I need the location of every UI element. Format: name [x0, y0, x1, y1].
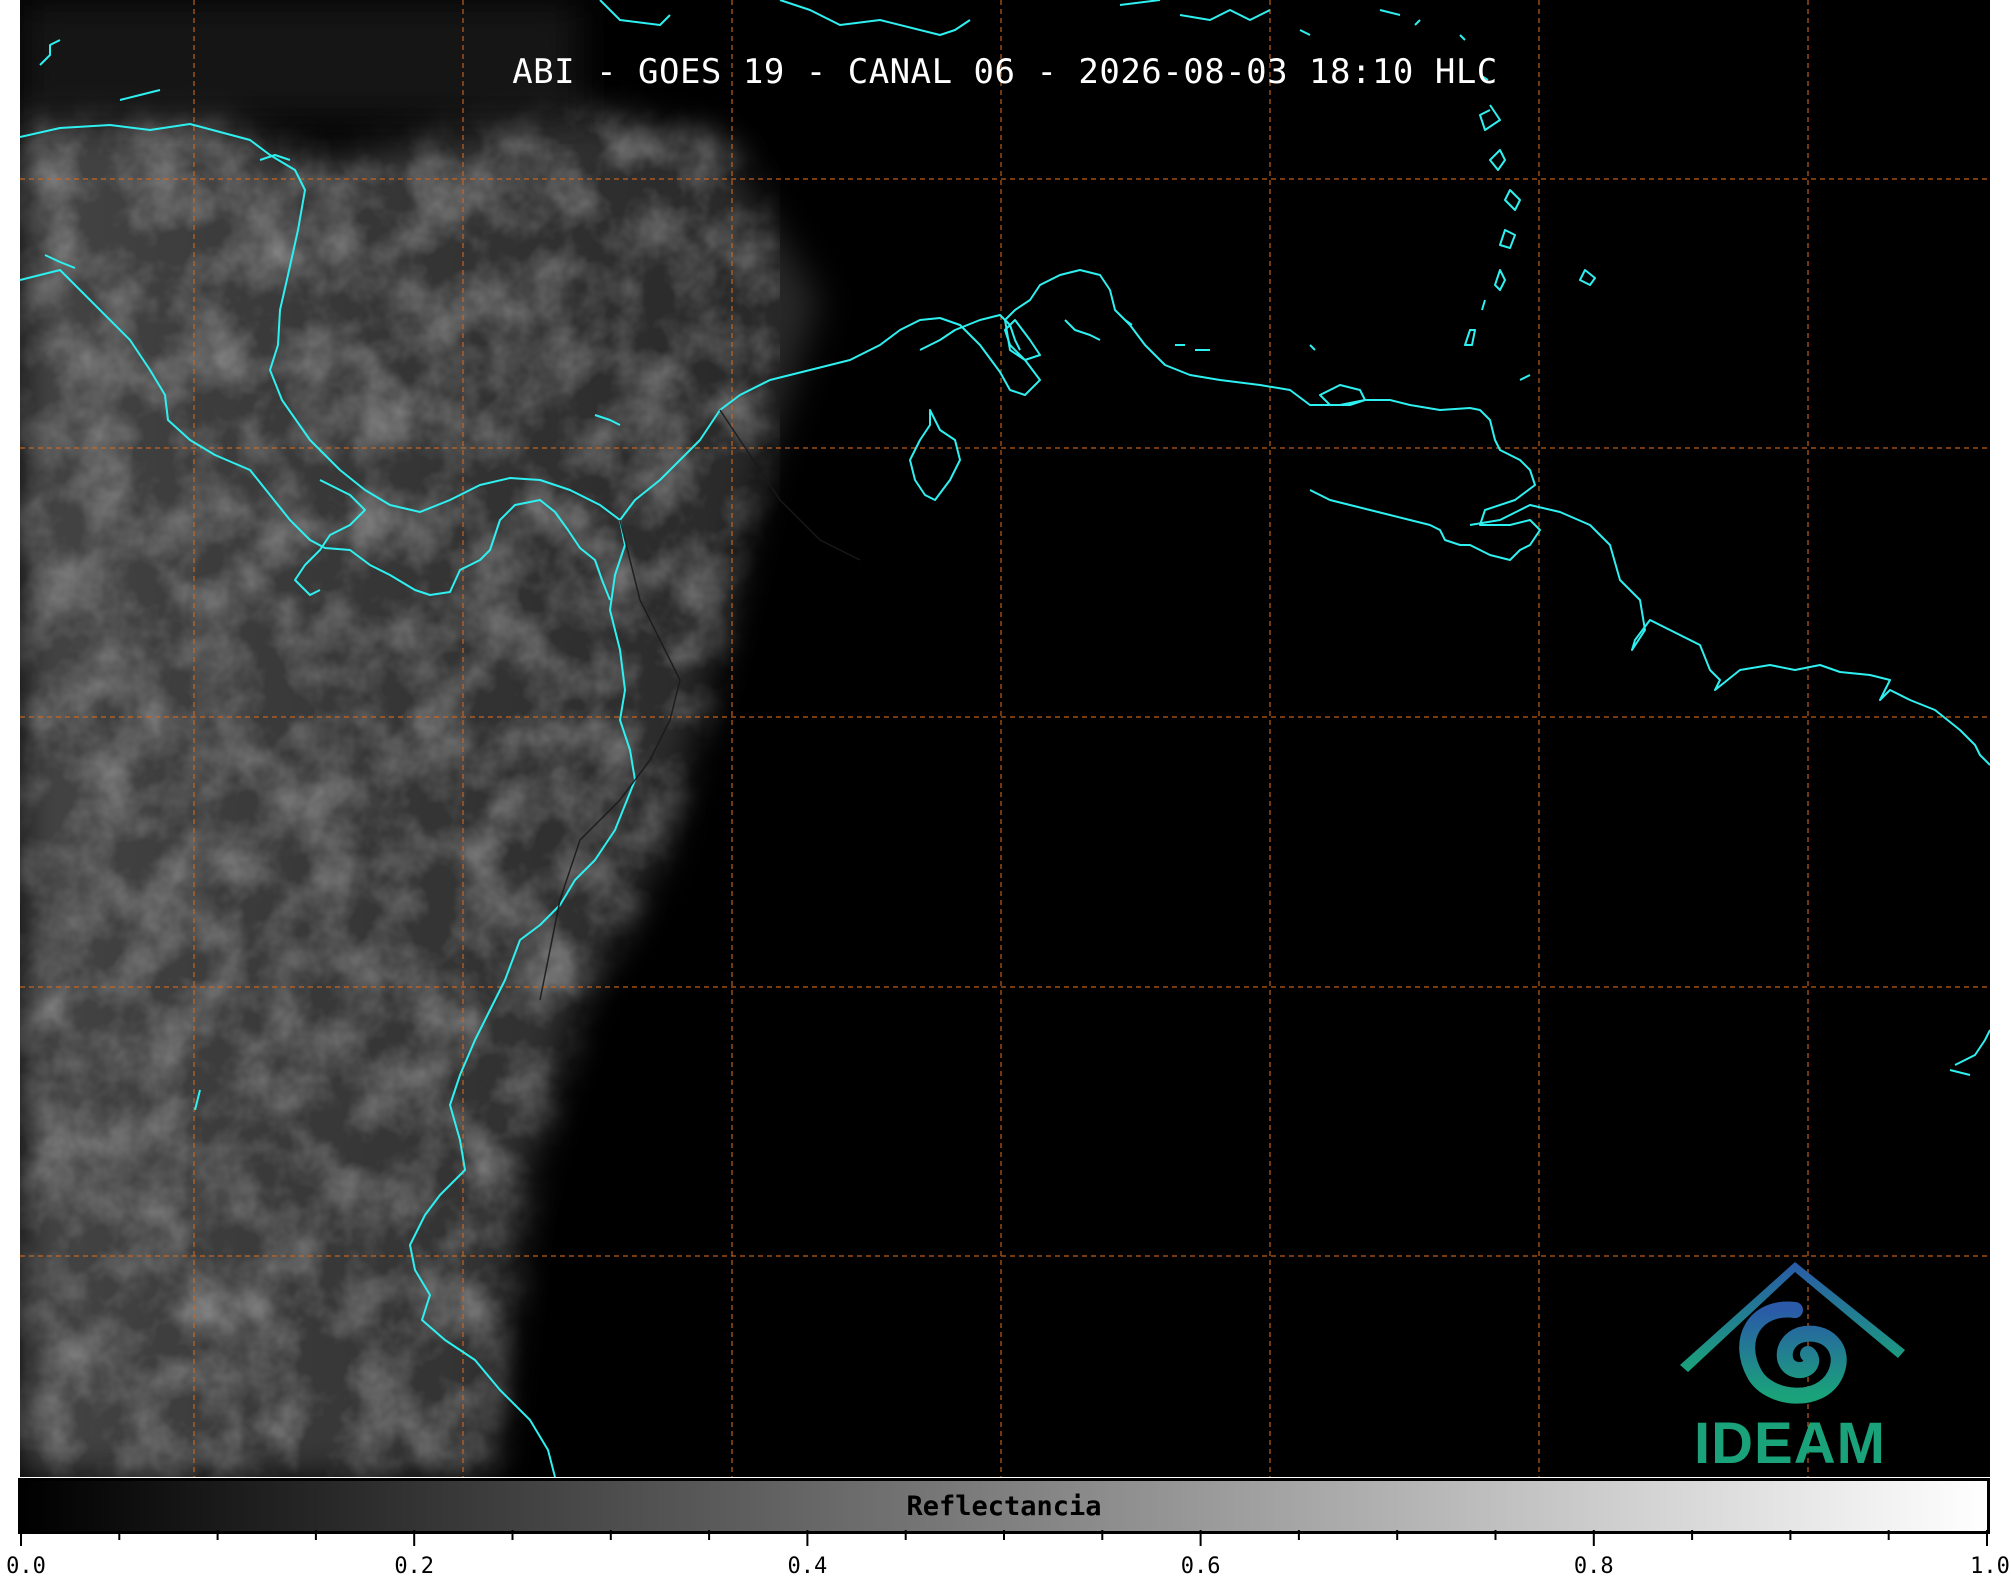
- colorbar-tick-label: 0.6: [1180, 1554, 1221, 1579]
- ideam-spiral-mountain-logo: [1680, 1262, 1905, 1404]
- colorbar: Reflectancia: [18, 1478, 1990, 1534]
- logo-text: IDEAM: [1694, 1411, 1886, 1476]
- map-title: ABI - GOES 19 - CANAL 06 - 2026-08-03 18…: [512, 52, 1498, 92]
- ideam-logo: IDEAM: [1660, 1250, 1920, 1476]
- satellite-map: ABI - GOES 19 - CANAL 06 - 2026-08-03 18…: [20, 0, 1990, 1477]
- colorbar-tick-label: 1.0: [1970, 1554, 2010, 1579]
- colorbar-tick-label: 0.0: [6, 1554, 46, 1579]
- colorbar-tick-label: 0.4: [787, 1554, 828, 1579]
- colorbar-ticks: [20, 1530, 1988, 1546]
- colorbar-label: Reflectancia: [906, 1491, 1102, 1522]
- colorbar-tick-label: 0.8: [1573, 1554, 1614, 1579]
- colorbar-tick-label: 0.2: [394, 1554, 435, 1579]
